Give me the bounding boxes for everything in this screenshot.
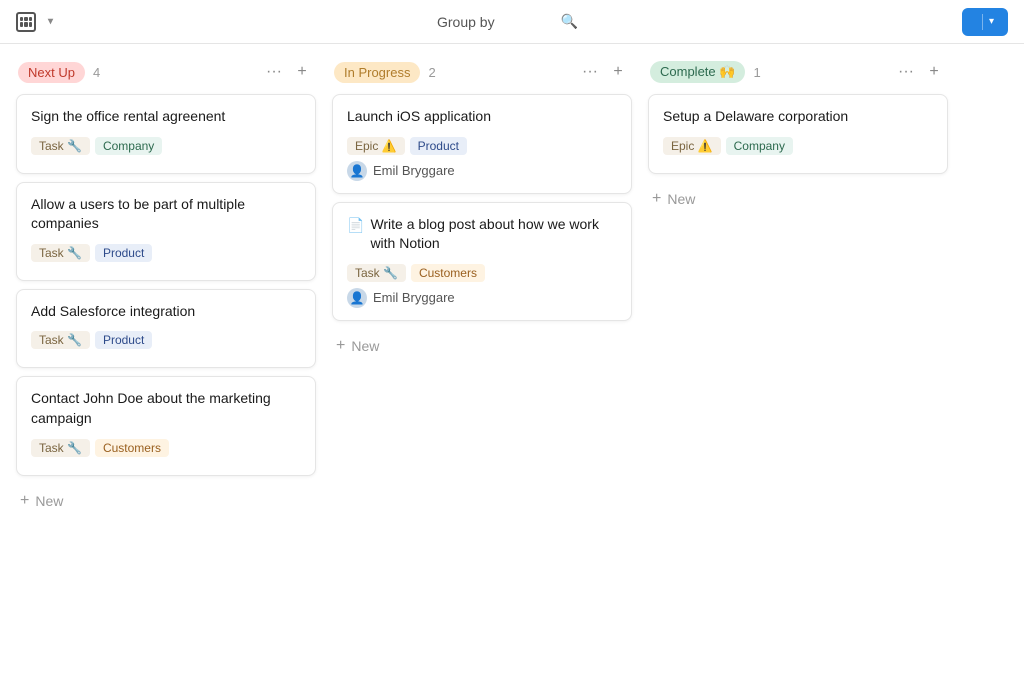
card-tags-card-1: Task 🔧 Company [31, 137, 301, 155]
column-complete: Complete 🙌1···+Setup a Delaware corporat… [648, 60, 948, 678]
col-count-in-progress: 2 [428, 65, 435, 80]
col-actions-next-up: ···+ [262, 60, 314, 84]
board-area: Next Up4···+Sign the office rental agree… [0, 44, 1024, 694]
card-title-text-card-5: Launch iOS application [347, 107, 491, 127]
card-title-card-3: Add Salesforce integration [31, 302, 301, 322]
card-title-text-card-3: Add Salesforce integration [31, 302, 195, 322]
col-dots-next-up[interactable]: ··· [262, 60, 286, 84]
board-icon [16, 12, 36, 32]
card-title-text-card-6: Write a blog post about how we work with… [370, 215, 617, 254]
status-badge-complete[interactable]: Complete 🙌 [650, 61, 745, 83]
add-new-in-progress[interactable]: + New [332, 331, 632, 361]
column-next-up: Next Up4···+Sign the office rental agree… [16, 60, 316, 678]
avatar-card-6: 👤 [347, 288, 367, 308]
add-new-label-complete: New [667, 191, 695, 207]
status-badge-in-progress[interactable]: In Progress [334, 62, 420, 83]
col-add-in-progress[interactable]: + [606, 60, 630, 84]
card-card-5[interactable]: Launch iOS application Epic ⚠️ Product 👤 Emi… [332, 94, 632, 194]
col-add-complete[interactable]: + [922, 60, 946, 84]
nav-search[interactable]: 🔍 [551, 8, 592, 35]
card-tags-card-4: Task 🔧 Customers [31, 439, 301, 457]
avatar-card-5: 👤 [347, 161, 367, 181]
card-title-text-card-4: Contact John Doe about the marketing cam… [31, 389, 301, 428]
add-new-next-up[interactable]: + New [16, 486, 316, 516]
card-title-card-7: Setup a Delaware corporation [663, 107, 933, 127]
col-count-complete: 1 [753, 65, 760, 80]
nav-properties[interactable] [405, 17, 425, 27]
card-tags-card-2: Task 🔧 Product [31, 244, 301, 262]
card-tags-card-6: Task 🔧 Customers [347, 264, 617, 282]
card-card-3[interactable]: Add Salesforce integration Task 🔧 Product [16, 289, 316, 369]
add-new-icon-next-up: + [20, 492, 29, 510]
tag-card-4-1[interactable]: Customers [95, 439, 169, 457]
tag-card-5-0[interactable]: Epic ⚠️ [347, 137, 405, 155]
tag-card-1-0[interactable]: Task 🔧 [31, 137, 90, 155]
card-card-4[interactable]: Contact John Doe about the marketing cam… [16, 376, 316, 475]
tag-card-7-1[interactable]: Company [726, 137, 793, 155]
card-card-2[interactable]: Allow a users to be part of multiple com… [16, 182, 316, 281]
nav-sort[interactable] [529, 17, 549, 27]
card-tags-card-3: Task 🔧 Product [31, 331, 301, 349]
assignee-name-card-6: Emil Bryggare [373, 290, 455, 305]
board-title-chevron: ▾ [48, 16, 53, 27]
add-new-icon-in-progress: + [336, 337, 345, 355]
col-add-next-up[interactable]: + [290, 60, 314, 84]
tag-card-5-1[interactable]: Product [410, 137, 467, 155]
card-card-7[interactable]: Setup a Delaware corporation Epic ⚠️ Compa… [648, 94, 948, 174]
column-header-next-up: Next Up 4 ···+ [16, 60, 316, 84]
card-tags-card-5: Epic ⚠️ Product [347, 137, 617, 155]
tag-card-6-1[interactable]: Customers [411, 264, 485, 282]
col-dots-complete[interactable]: ··· [894, 60, 918, 84]
col-dots-in-progress[interactable]: ··· [578, 60, 602, 84]
col-actions-in-progress: ···+ [578, 60, 630, 84]
add-new-label-in-progress: New [351, 338, 379, 354]
tag-card-1-1[interactable]: Company [95, 137, 162, 155]
add-new-label-next-up: New [35, 493, 63, 509]
search-icon: 🔍 [561, 13, 578, 30]
column-in-progress: In Progress2···+Launch iOS applicationEp… [332, 60, 632, 678]
nav-filter[interactable] [507, 17, 527, 27]
tag-card-3-1[interactable]: Product [95, 331, 152, 349]
tag-card-4-0[interactable]: Task 🔧 [31, 439, 90, 457]
group-by-label: Group by [437, 14, 495, 30]
topbar-nav: Group by 🔍 [405, 8, 610, 35]
card-title-text-card-1: Sign the office rental agreenent [31, 107, 225, 127]
col-count-next-up: 4 [93, 65, 100, 80]
card-title-card-6: 📄 Write a blog post about how we work wit… [347, 215, 617, 254]
card-assignee-card-6: 👤 Emil Bryggare [347, 288, 617, 308]
column-header-in-progress: In Progress 2 ···+ [332, 60, 632, 84]
topbar: ▾ Group by 🔍 ▾ [0, 0, 1024, 44]
card-card-6[interactable]: 📄 Write a blog post about how we work wit… [332, 202, 632, 321]
status-badge-next-up[interactable]: Next Up [18, 62, 85, 83]
tag-card-2-0[interactable]: Task 🔧 [31, 244, 90, 262]
tag-card-7-0[interactable]: Epic ⚠️ [663, 137, 721, 155]
card-title-card-4: Contact John Doe about the marketing cam… [31, 389, 301, 428]
tag-card-3-0[interactable]: Task 🔧 [31, 331, 90, 349]
add-new-complete[interactable]: + New [648, 184, 948, 214]
card-title-text-card-7: Setup a Delaware corporation [663, 107, 848, 127]
board-title-group[interactable]: ▾ [16, 12, 53, 32]
add-new-icon-complete: + [652, 190, 661, 208]
tag-card-6-0[interactable]: Task 🔧 [347, 264, 406, 282]
column-header-complete: Complete 🙌 1 ···+ [648, 60, 948, 84]
assignee-name-card-5: Emil Bryggare [373, 163, 455, 178]
card-icon-card-6: 📄 [347, 216, 364, 236]
new-button[interactable]: ▾ [962, 8, 1008, 36]
nav-more[interactable] [594, 17, 610, 27]
card-title-card-1: Sign the office rental agreenent [31, 107, 301, 127]
col-actions-complete: ···+ [894, 60, 946, 84]
card-assignee-card-5: 👤 Emil Bryggare [347, 161, 617, 181]
new-button-divider [982, 14, 983, 30]
tag-card-2-1[interactable]: Product [95, 244, 152, 262]
nav-group-by[interactable]: Group by [427, 9, 505, 35]
card-tags-card-7: Epic ⚠️ Company [663, 137, 933, 155]
card-card-1[interactable]: Sign the office rental agreenent Task 🔧 Co… [16, 94, 316, 174]
card-title-text-card-2: Allow a users to be part of multiple com… [31, 195, 301, 234]
new-button-arrow: ▾ [989, 16, 994, 27]
card-title-card-5: Launch iOS application [347, 107, 617, 127]
card-title-card-2: Allow a users to be part of multiple com… [31, 195, 301, 234]
